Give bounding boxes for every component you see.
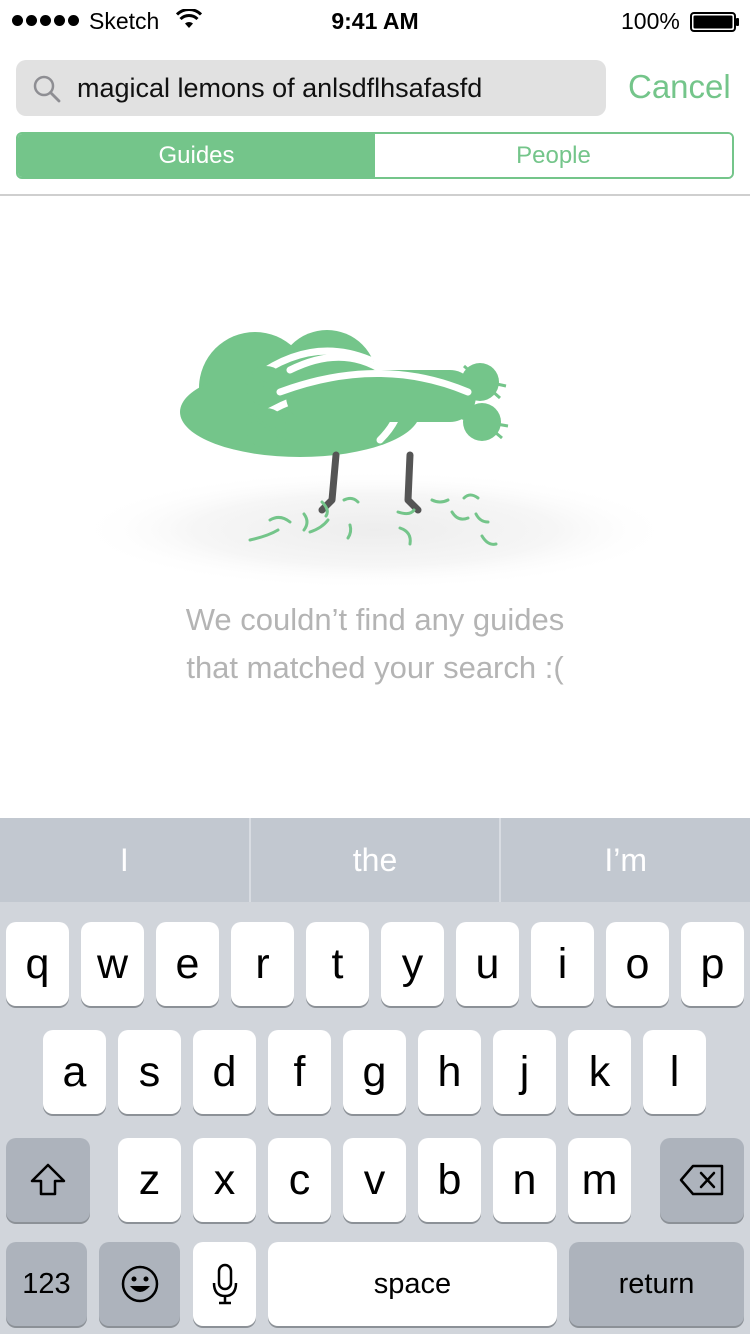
empty-state-line-2: that matched your search :( [186,650,564,685]
key-f[interactable]: f [268,1030,331,1114]
suggestion-item[interactable]: I’m [501,818,750,902]
key-a[interactable]: a [43,1030,106,1114]
key-q[interactable]: q [6,922,69,1006]
search-icon [33,75,61,103]
segment-guides[interactable]: Guides [18,134,375,177]
empty-state-message: We couldn’t find any guides that matched… [0,596,750,692]
search-input[interactable]: magical lemons of anlsdflhsafasfd [16,60,606,116]
key-d[interactable]: d [193,1030,256,1114]
key-t[interactable]: t [306,922,369,1006]
key-i[interactable]: i [531,922,594,1006]
battery-percent: 100% [621,8,680,34]
cancel-button[interactable]: Cancel [628,68,731,106]
key-b[interactable]: b [418,1138,481,1222]
suggestion-item[interactable]: the [251,818,500,902]
suggestion-item[interactable]: I [0,818,249,902]
emoji-key[interactable] [99,1242,180,1326]
key-p[interactable]: p [681,922,744,1006]
search-query-text: magical lemons of anlsdflhsafasfd [77,73,483,103]
dictation-key[interactable] [193,1242,256,1326]
shift-arrow-icon [30,1163,66,1196]
key-k[interactable]: k [568,1030,631,1114]
empty-state-illustration [75,330,675,590]
key-c[interactable]: c [268,1138,331,1222]
numbers-key[interactable]: 123 [6,1242,87,1326]
key-s[interactable]: s [118,1030,181,1114]
key-w[interactable]: w [81,922,144,1006]
key-o[interactable]: o [606,922,669,1006]
empty-state-line-1: We couldn’t find any guides [185,602,565,637]
key-g[interactable]: g [343,1030,406,1114]
key-z[interactable]: z [118,1138,181,1222]
microphone-icon [212,1263,237,1305]
emoji-icon [121,1265,158,1303]
key-e[interactable]: e [156,922,219,1006]
backspace-icon [679,1164,724,1196]
status-bar: Sketch 9:41 AM 100% [0,0,750,40]
key-u[interactable]: u [456,922,519,1006]
space-key[interactable]: space [268,1242,557,1326]
key-j[interactable]: j [493,1030,556,1114]
keyboard: I the I’m q w e r t y u i o p a s d f g … [0,818,750,1334]
key-n[interactable]: n [493,1138,556,1222]
key-x[interactable]: x [193,1138,256,1222]
predictive-bar: I the I’m [0,818,750,902]
space-key-label: space [373,1267,452,1300]
key-y[interactable]: y [381,922,444,1006]
key-m[interactable]: m [568,1138,631,1222]
delete-key[interactable] [660,1138,744,1222]
numbers-key-label: 123 [22,1267,71,1300]
segment-people[interactable]: People [375,134,732,177]
return-key-label: return [618,1267,695,1300]
key-h[interactable]: h [418,1030,481,1114]
return-key[interactable]: return [569,1242,744,1326]
key-v[interactable]: v [343,1138,406,1222]
search-scope-segmented-control: Guides People [16,132,734,179]
header-divider [0,194,750,196]
shift-key[interactable] [6,1138,90,1222]
battery-icon [690,12,739,32]
key-l[interactable]: l [643,1030,706,1114]
key-r[interactable]: r [231,922,294,1006]
